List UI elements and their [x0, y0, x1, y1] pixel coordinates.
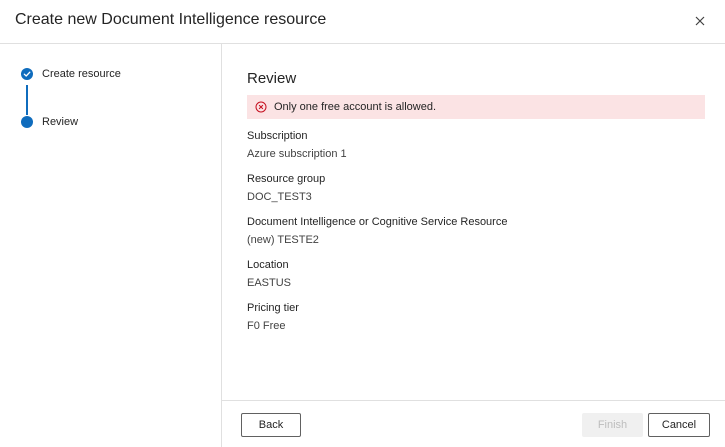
review-panel: Review Only one free account is allowed.… — [247, 70, 705, 335]
error-message-text: Only one free account is allowed. — [274, 101, 437, 113]
error-circle-icon — [255, 101, 267, 113]
step-review[interactable]: Review — [21, 116, 78, 128]
field-value: (new) TESTE2 — [247, 234, 319, 246]
dialog-footer: Back Finish Cancel — [222, 400, 725, 447]
review-title: Review — [247, 70, 297, 87]
field-resource-group: Resource group DOC_TEST3 — [247, 172, 705, 206]
field-label: Pricing tier — [247, 302, 299, 314]
wizard-steps: Create resource Review — [0, 44, 222, 447]
create-resource-dialog: Create new Document Intelligence resourc… — [0, 0, 725, 447]
field-subscription: Subscription Azure subscription 1 — [247, 129, 705, 163]
cancel-button[interactable]: Cancel — [648, 413, 710, 437]
finish-button[interactable]: Finish — [582, 413, 643, 437]
field-value: Azure subscription 1 — [247, 148, 347, 160]
field-location: Location EASTUS — [247, 258, 705, 292]
checkmark-icon — [23, 71, 31, 77]
step-label: Review — [42, 116, 79, 128]
field-pricing-tier: Pricing tier F0 Free — [247, 301, 705, 335]
field-label: Location — [247, 259, 289, 271]
step-current-indicator — [21, 116, 33, 128]
step-label: Create resource — [42, 68, 121, 80]
field-label: Resource group — [247, 173, 326, 185]
field-value: DOC_TEST3 — [247, 191, 312, 203]
field-value: EASTUS — [247, 277, 292, 289]
dialog-header: Create new Document Intelligence resourc… — [0, 0, 725, 44]
field-label: Subscription — [247, 130, 308, 142]
step-create-resource[interactable]: Create resource — [21, 68, 121, 80]
close-button[interactable] — [693, 14, 707, 28]
step-completed-indicator — [21, 68, 33, 80]
field-resource: Document Intelligence or Cognitive Servi… — [247, 215, 705, 249]
step-connector — [26, 85, 28, 115]
back-button[interactable]: Back — [241, 413, 301, 437]
error-message-bar: Only one free account is allowed. — [247, 95, 705, 119]
field-value: F0 Free — [247, 320, 286, 332]
dialog-title: Create new Document Intelligence resourc… — [15, 11, 327, 28]
field-label: Document Intelligence or Cognitive Servi… — [247, 216, 508, 228]
close-icon — [695, 16, 705, 26]
